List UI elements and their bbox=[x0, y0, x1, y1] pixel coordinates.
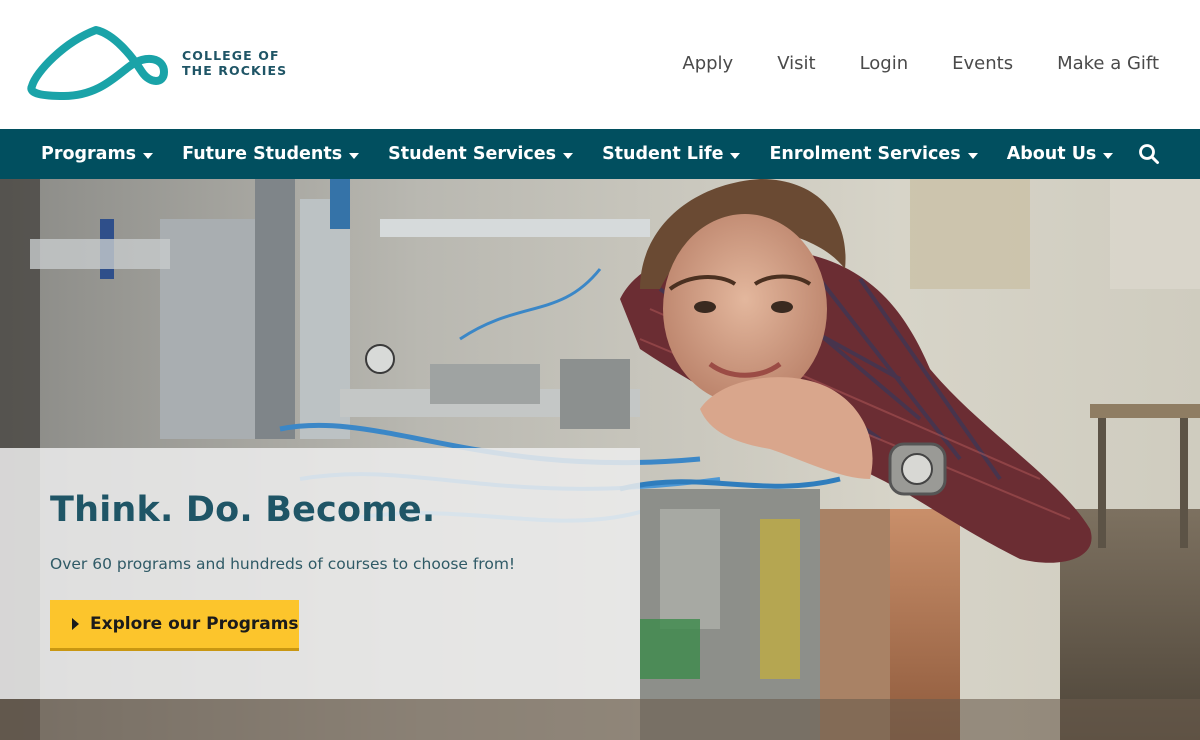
hero-banner: Think. Do. Become. Over 60 programs and … bbox=[0, 179, 1200, 740]
nav-item-label: Future Students bbox=[182, 144, 343, 164]
college-name: COLLEGE OF THE ROCKIES bbox=[182, 48, 287, 78]
hero-title: Think. Do. Become. bbox=[50, 490, 436, 530]
utility-link-visit[interactable]: Visit bbox=[777, 52, 815, 76]
explore-programs-label: Explore our Programs bbox=[90, 614, 299, 634]
nav-item-label: Student Life bbox=[602, 144, 724, 164]
college-logo[interactable]: COLLEGE OF THE ROCKIES bbox=[24, 24, 294, 104]
nav-item-student-services[interactable]: Student Services bbox=[388, 129, 574, 179]
nav-item-future-students[interactable]: Future Students bbox=[182, 129, 360, 179]
hero-card: Think. Do. Become. Over 60 programs and … bbox=[0, 448, 640, 699]
utility-nav: Apply Visit Login Events Make a Gift bbox=[682, 52, 1159, 76]
search-button[interactable] bbox=[1138, 143, 1160, 165]
caret-down-icon bbox=[143, 152, 154, 159]
site-header: COLLEGE OF THE ROCKIES Apply Visit Login… bbox=[0, 0, 1200, 129]
utility-link-make-a-gift[interactable]: Make a Gift bbox=[1057, 52, 1159, 76]
main-nav: Programs Future Students Student Service… bbox=[0, 129, 1200, 179]
utility-link-apply[interactable]: Apply bbox=[682, 52, 733, 76]
nav-item-programs[interactable]: Programs bbox=[41, 129, 154, 179]
caret-down-icon bbox=[563, 152, 574, 159]
caret-right-icon bbox=[72, 618, 79, 630]
utility-link-login[interactable]: Login bbox=[860, 52, 909, 76]
caret-down-icon bbox=[349, 152, 360, 159]
nav-item-enrolment-services[interactable]: Enrolment Services bbox=[769, 129, 978, 179]
caret-down-icon bbox=[1103, 152, 1114, 159]
nav-item-label: Programs bbox=[41, 144, 137, 164]
utility-link-events[interactable]: Events bbox=[952, 52, 1013, 76]
nav-item-label: About Us bbox=[1006, 144, 1097, 164]
college-name-line1: COLLEGE OF bbox=[182, 48, 280, 63]
explore-programs-button[interactable]: Explore our Programs bbox=[50, 600, 299, 651]
caret-down-icon bbox=[967, 152, 978, 159]
nav-item-label: Student Services bbox=[388, 144, 557, 164]
search-icon bbox=[1139, 144, 1159, 164]
nav-item-student-life[interactable]: Student Life bbox=[602, 129, 741, 179]
main-nav-list: Programs Future Students Student Service… bbox=[41, 129, 1142, 179]
mountain-logo-icon bbox=[27, 26, 168, 100]
hero-subtitle: Over 60 programs and hundreds of courses… bbox=[50, 555, 516, 573]
nav-item-about-us[interactable]: About Us bbox=[1007, 129, 1114, 179]
nav-item-label: Enrolment Services bbox=[769, 144, 961, 164]
caret-down-icon bbox=[730, 152, 741, 159]
college-name-line2: THE ROCKIES bbox=[182, 63, 288, 78]
